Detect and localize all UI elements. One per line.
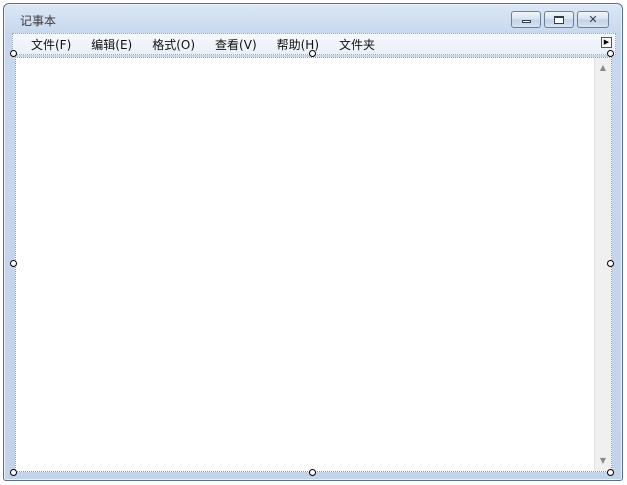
chevron-up-icon[interactable]: ▲ [595,60,611,76]
chevron-down-icon[interactable]: ▼ [595,453,611,469]
text-editor-area[interactable]: ▲ ▼ [15,57,612,472]
chevron-right-icon[interactable]: ▶ [601,37,612,48]
menu-folder[interactable]: 文件夹 [329,36,385,53]
menu-format[interactable]: 格式(O) [142,36,205,53]
resize-handle-right[interactable] [607,260,614,267]
maximize-button[interactable] [544,11,574,28]
minimize-icon [521,20,531,23]
menu-view[interactable]: 查看(V) [205,36,267,53]
close-icon: ✕ [588,13,598,26]
resize-handle-top-left[interactable] [10,50,17,57]
close-button[interactable]: ✕ [577,11,609,28]
window-title: 记事本 [20,14,57,28]
resize-handle-bottom[interactable] [309,469,316,476]
resize-handle-left[interactable] [10,260,17,267]
resize-handle-bottom-right[interactable] [607,469,614,476]
maximize-icon [554,15,564,24]
menu-help[interactable]: 帮助(H) [267,36,329,53]
minimize-button[interactable] [511,11,541,28]
resize-handle-bottom-left[interactable] [10,469,17,476]
menu-file[interactable]: 文件(F) [13,36,81,53]
menu-edit[interactable]: 编辑(E) [81,36,142,53]
notepad-window: 记事本 ✕ 文件(F) 编辑(E) 格式(O) 查看(V) 帮助(H) 文件夹 … [3,3,623,481]
resize-handle-top-right[interactable] [607,50,614,57]
resize-handle-top[interactable] [309,50,316,57]
